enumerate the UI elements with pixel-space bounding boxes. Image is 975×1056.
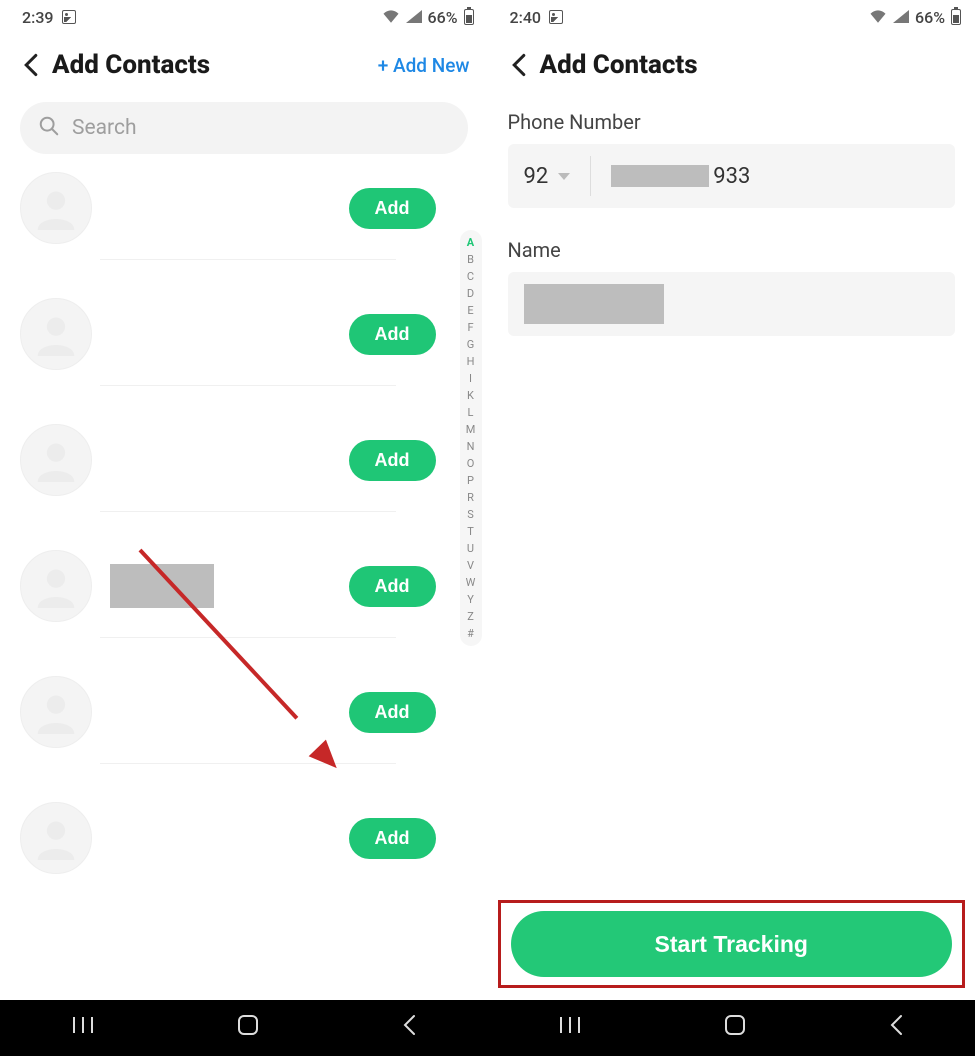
signal-icon	[893, 8, 909, 27]
nav-back-button[interactable]	[400, 1014, 418, 1042]
avatar	[20, 424, 92, 496]
contact-row[interactable]: Add	[0, 512, 456, 638]
status-bar: 2:39 66%	[0, 0, 488, 34]
battery-icon	[464, 9, 474, 25]
phone-number-input[interactable]: 92 933	[508, 144, 956, 208]
index-letter[interactable]: F	[467, 321, 473, 334]
avatar	[20, 298, 92, 370]
search-input[interactable]: Search	[20, 102, 468, 154]
index-letter[interactable]: I	[469, 372, 472, 385]
status-bar: 2:40 66%	[488, 0, 975, 34]
country-code-value: 92	[524, 164, 549, 189]
add-button[interactable]: Add	[349, 188, 436, 229]
name-input[interactable]	[508, 272, 956, 336]
index-letter[interactable]: T	[467, 525, 474, 538]
index-letter[interactable]: G	[467, 338, 475, 351]
index-letter[interactable]: L	[468, 406, 474, 419]
contacts-area: Add Add Add	[0, 172, 488, 1000]
start-tracking-button[interactable]: Start Tracking	[511, 911, 953, 977]
index-letter[interactable]: H	[467, 355, 475, 368]
search-icon	[38, 115, 60, 141]
add-new-link[interactable]: + Add New	[378, 54, 470, 77]
add-button[interactable]: Add	[349, 440, 436, 481]
recents-button[interactable]	[70, 1015, 96, 1041]
index-letter[interactable]: M	[466, 423, 476, 436]
wifi-icon	[382, 8, 400, 27]
app-header: Add Contacts + Add New	[0, 34, 488, 92]
signal-icon	[406, 8, 422, 27]
battery-text: 66%	[915, 8, 945, 27]
recents-button[interactable]	[557, 1015, 583, 1041]
add-button[interactable]: Add	[349, 566, 436, 607]
index-letter[interactable]: Z	[467, 610, 474, 623]
index-letter[interactable]: N	[467, 440, 475, 453]
alpha-index[interactable]: A B C D E F G H I K L M N O P R S T U V	[460, 230, 482, 646]
page-title: Add Contacts	[52, 50, 378, 80]
country-code-select[interactable]: 92	[524, 156, 592, 196]
index-letter[interactable]: K	[467, 389, 474, 402]
phone-number-redacted	[611, 165, 709, 187]
annotation-highlight-box: Start Tracking	[498, 900, 966, 988]
contact-row[interactable]: Add	[0, 638, 456, 764]
back-icon[interactable]	[18, 52, 44, 78]
avatar	[20, 172, 92, 244]
chevron-down-icon	[558, 173, 570, 180]
search-placeholder: Search	[72, 116, 137, 140]
nav-back-button[interactable]	[887, 1014, 905, 1042]
battery-text: 66%	[428, 8, 458, 27]
screenshot-icon	[549, 10, 563, 24]
contact-row[interactable]: Add	[0, 172, 456, 260]
name-redacted	[524, 284, 664, 324]
index-letter[interactable]: E	[467, 304, 473, 317]
index-letter[interactable]: A	[467, 236, 474, 249]
app-header: Add Contacts	[488, 34, 975, 92]
index-letter[interactable]: Y	[467, 593, 474, 606]
contact-row[interactable]: Add	[0, 260, 456, 386]
index-letter[interactable]: S	[467, 508, 474, 521]
home-button[interactable]	[723, 1013, 747, 1043]
phone-number-suffix: 933	[713, 164, 750, 189]
page-title: Add Contacts	[540, 50, 958, 80]
name-label: Name	[488, 208, 975, 272]
contact-list[interactable]: Add Add Add	[0, 172, 488, 890]
contact-row[interactable]: Add	[0, 386, 456, 512]
index-letter[interactable]: U	[467, 542, 474, 555]
index-letter[interactable]: D	[467, 287, 474, 300]
back-icon[interactable]	[506, 52, 532, 78]
left-screen: 2:39 66% Add Contacts + Add New	[0, 0, 488, 1000]
index-letter[interactable]: R	[467, 491, 474, 504]
add-button[interactable]: Add	[349, 692, 436, 733]
index-letter[interactable]: C	[467, 270, 474, 283]
android-nav-bar	[0, 1000, 975, 1056]
status-time: 2:39	[22, 8, 54, 27]
add-button[interactable]: Add	[349, 818, 436, 859]
index-letter[interactable]: B	[467, 253, 474, 266]
home-button[interactable]	[236, 1013, 260, 1043]
avatar	[20, 802, 92, 874]
right-screen: 2:40 66% Add Contacts Phone Number	[488, 0, 975, 1000]
battery-icon	[951, 9, 961, 25]
index-letter[interactable]: O	[467, 457, 475, 470]
contact-row[interactable]: Add	[0, 764, 456, 890]
add-button[interactable]: Add	[349, 314, 436, 355]
contact-name-redacted	[110, 564, 214, 608]
index-letter[interactable]: P	[467, 474, 474, 487]
avatar	[20, 550, 92, 622]
index-letter[interactable]: #	[467, 627, 474, 640]
phone-number-label: Phone Number	[488, 92, 975, 144]
wifi-icon	[869, 8, 887, 27]
avatar	[20, 676, 92, 748]
index-letter[interactable]: V	[467, 559, 474, 572]
index-letter[interactable]: W	[466, 576, 476, 589]
screenshot-icon	[62, 10, 76, 24]
status-time: 2:40	[510, 8, 542, 27]
